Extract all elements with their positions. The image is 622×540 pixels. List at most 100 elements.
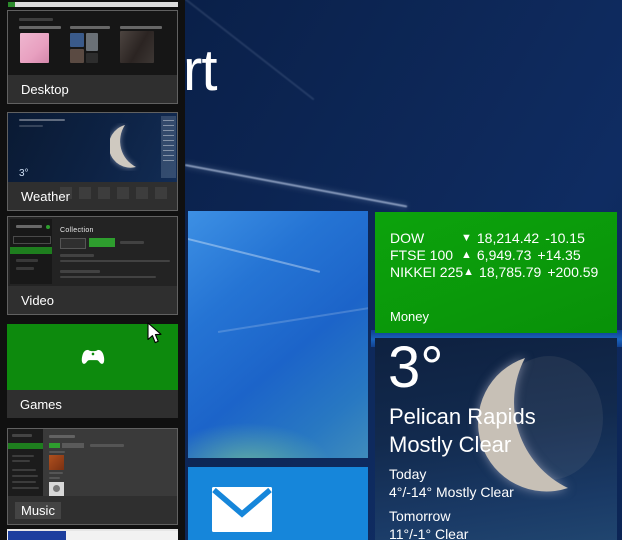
today-forecast: 4°/-14° Mostly Clear bbox=[389, 484, 514, 500]
up-arrow-icon: ▲ bbox=[461, 247, 472, 264]
app-thumbnail-partial-bottom[interactable] bbox=[7, 529, 178, 540]
stock-value: 18,785.79 bbox=[479, 264, 541, 281]
forecast-ghost-icons bbox=[60, 187, 167, 199]
app-label: Desktop bbox=[8, 75, 177, 103]
music-sidebar bbox=[8, 429, 43, 496]
weather-preview: 3° bbox=[8, 113, 177, 182]
mini-moon-icon bbox=[110, 123, 144, 171]
up-arrow-icon: ▲ bbox=[463, 264, 474, 281]
app-thumbnail-music[interactable]: Music bbox=[7, 428, 178, 525]
album-art bbox=[86, 33, 98, 51]
app-label-text: Games bbox=[20, 397, 62, 412]
blur-line bbox=[19, 125, 43, 127]
music-selected-item bbox=[8, 443, 43, 449]
blur-line bbox=[120, 26, 162, 29]
blur-line bbox=[49, 435, 75, 438]
thumbnail-accent bbox=[8, 531, 66, 540]
stock-quote-row: NIKKEI 225 ▲ 18,785.79 +200.59 bbox=[390, 264, 609, 281]
app-label-text: Music bbox=[15, 502, 61, 519]
envelope-icon bbox=[212, 487, 272, 532]
stock-quote-row: DOW ▼ 18,214.42 -10.15 bbox=[390, 230, 609, 247]
blur-line bbox=[19, 18, 53, 21]
blur-line bbox=[16, 267, 34, 270]
album-art bbox=[70, 49, 84, 63]
tile-desktop[interactable] bbox=[188, 211, 368, 458]
stock-symbol: DOW bbox=[390, 230, 461, 247]
app-label: Weather bbox=[8, 182, 177, 210]
mini-temperature: 3° bbox=[19, 168, 29, 179]
blur-line bbox=[70, 26, 110, 29]
album-art bbox=[49, 482, 64, 496]
down-arrow-icon: ▼ bbox=[461, 230, 472, 247]
video-filter-button bbox=[60, 238, 86, 249]
blur-line bbox=[12, 434, 32, 437]
stock-symbol: FTSE 100 bbox=[390, 247, 461, 264]
wallpaper-streak bbox=[188, 237, 320, 272]
thumbnail-accent bbox=[8, 2, 15, 7]
app-thumbnail-video[interactable]: Collection Video bbox=[7, 216, 178, 315]
album-art bbox=[70, 33, 84, 47]
app-thumbnail-weather[interactable]: 3° Weather bbox=[7, 112, 178, 211]
video-selected-item bbox=[10, 247, 52, 254]
tile-mail[interactable] bbox=[188, 467, 368, 540]
tile-weather[interactable]: 3° Pelican Rapids Mostly Clear Today 4°/… bbox=[375, 338, 617, 540]
video-search-box bbox=[13, 236, 51, 244]
app-label: Games bbox=[7, 390, 178, 418]
tile-money[interactable]: DOW ▼ 18,214.42 -10.15 FTSE 100 ▲ 6,949.… bbox=[375, 212, 617, 333]
stock-symbol: NIKKEI 225 bbox=[390, 264, 463, 281]
album-art bbox=[86, 53, 98, 63]
current-temperature: 3° bbox=[388, 338, 443, 401]
blur-line bbox=[49, 451, 65, 453]
music-gray-button bbox=[62, 443, 84, 448]
blur-line bbox=[12, 455, 34, 457]
tomorrow-label: Tomorrow bbox=[389, 508, 450, 524]
app-label: Video bbox=[8, 286, 177, 314]
stock-quote-row: FTSE 100 ▲ 6,949.73 +14.35 bbox=[390, 247, 609, 264]
start-title: rt bbox=[183, 42, 216, 100]
blur-line bbox=[16, 225, 42, 228]
today-label: Today bbox=[389, 466, 426, 482]
blur-line bbox=[49, 472, 63, 474]
desktop-preview bbox=[8, 11, 177, 75]
tile-money-label: Money bbox=[390, 309, 429, 324]
blur-line bbox=[12, 475, 38, 477]
stock-value: 6,949.73 bbox=[477, 247, 532, 264]
video-green-button bbox=[89, 238, 115, 247]
blur-line bbox=[120, 241, 144, 244]
stock-value: 18,214.42 bbox=[477, 230, 539, 247]
app-thumbnail-partial-top[interactable] bbox=[8, 2, 178, 7]
blur-line bbox=[12, 469, 36, 471]
app-label-text: Video bbox=[21, 293, 54, 308]
game-controller-icon bbox=[80, 348, 106, 366]
blur-line bbox=[60, 270, 100, 273]
album-art bbox=[120, 31, 154, 63]
stock-change: -10.15 bbox=[545, 230, 585, 247]
blur-line bbox=[16, 259, 38, 262]
stock-quote-list: DOW ▼ 18,214.42 -10.15 FTSE 100 ▲ 6,949.… bbox=[390, 230, 609, 281]
video-preview: Collection bbox=[8, 217, 177, 286]
album-art bbox=[49, 455, 64, 470]
weather-condition: Mostly Clear bbox=[389, 432, 511, 458]
forecast-panel bbox=[161, 116, 176, 178]
stock-change: +200.59 bbox=[547, 264, 598, 281]
start-screen: rt DOW ▼ 18,214.42 -10.15 FTSE 100 ▲ 6,9… bbox=[0, 0, 622, 540]
tomorrow-forecast: 11°/-1° Clear bbox=[389, 526, 468, 540]
wallpaper-glow bbox=[188, 388, 368, 458]
mouse-cursor bbox=[146, 322, 163, 345]
music-green-button bbox=[49, 443, 60, 448]
app-label-text: Desktop bbox=[21, 82, 69, 97]
blur-line bbox=[12, 487, 39, 489]
app-switcher-sidebar: Desktop 3° Weather bbox=[0, 0, 185, 540]
blur-line bbox=[49, 477, 60, 479]
blur-line bbox=[90, 444, 124, 447]
app-label: Music bbox=[8, 496, 177, 524]
album-art bbox=[20, 33, 49, 63]
blur-line bbox=[60, 254, 94, 257]
blur-line bbox=[19, 26, 61, 29]
app-thumbnail-desktop[interactable]: Desktop bbox=[7, 10, 178, 104]
blur-line bbox=[60, 260, 170, 262]
blur-line bbox=[19, 119, 65, 121]
stock-change: +14.35 bbox=[537, 247, 580, 264]
blur-line bbox=[60, 276, 156, 278]
blur-line bbox=[12, 460, 30, 462]
